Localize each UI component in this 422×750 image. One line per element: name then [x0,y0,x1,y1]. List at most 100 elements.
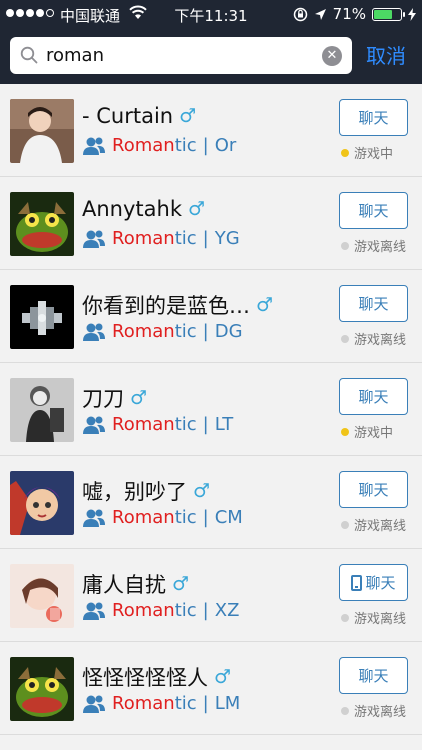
chat-button-label: 聊天 [358,295,389,313]
separator: | [202,414,209,435]
game-status: 游戏离线 [341,701,406,720]
male-icon: ♂ [179,105,197,127]
chat-button[interactable]: 聊天 [339,564,408,601]
separator: | [202,135,209,156]
game-status-text: 游戏中 [354,426,394,441]
clear-icon[interactable]: ✕ [322,46,342,66]
guild-name: Romantic [112,321,197,342]
avatar[interactable] [10,564,74,628]
location-icon [314,8,326,20]
male-icon: ♂ [172,573,190,595]
friend-icon [83,416,105,434]
chat-button-label: 聊天 [358,667,389,685]
result-row[interactable]: 刀刀 ♂ Romantic | LT 聊天游戏中 [0,363,422,456]
server-name: XZ [214,600,240,621]
search-results-list: - Curtain ♂ Romantic | Or 聊天 游戏中 Annytahk ♂ Roman… [0,84,422,735]
chat-button[interactable]: 聊天 [339,471,408,508]
separator: | [202,693,209,714]
friend-icon [83,695,105,713]
separator: | [202,600,209,621]
game-status-text: 游戏离线 [354,612,407,627]
chat-button-label: 聊天 [358,109,389,127]
guild-name-rest: tic [174,507,197,528]
player-name-line: 怪怪怪怪怪人 ♂ [82,662,231,692]
chat-button-label: 聊天 [358,202,389,220]
server-name: LT [214,414,234,435]
chat-button[interactable]: 聊天 [339,378,408,415]
friend-icon [83,230,105,248]
status-dot [341,427,349,436]
status-dot [341,241,349,250]
chat-button-label: 聊天 [358,388,389,406]
player-name: 怪怪怪怪怪人 [82,666,208,690]
avatar[interactable] [10,657,74,721]
game-status: 游戏离线 [341,236,406,255]
player-name: Annytahk [82,197,182,221]
game-status-text: 游戏离线 [354,333,407,348]
player-name-line: 刀刀 ♂ [82,383,147,413]
avatar[interactable] [10,285,74,349]
player-meta: Romantic | DG [82,321,243,342]
chat-button[interactable]: 聊天 [339,99,408,136]
avatar[interactable] [10,471,74,535]
guild-name-rest: tic [174,135,197,156]
male-icon: ♂ [256,294,274,316]
avatar[interactable] [10,99,74,163]
game-status-text: 游戏中 [354,147,394,162]
male-icon: ♂ [193,480,211,502]
game-status-text: 游戏离线 [354,705,407,720]
player-meta: Romantic | XZ [82,600,239,621]
chat-button[interactable]: 聊天 [339,657,408,694]
guild-name-match: Roman [112,228,175,249]
game-status-text: 游戏离线 [354,240,407,255]
avatar[interactable] [10,192,74,256]
status-dot [341,334,349,343]
result-row[interactable]: Annytahk ♂ Romantic | YG 聊天 游戏离线 [0,177,422,270]
rotation-lock-icon [293,7,307,21]
guild-name-rest: tic [174,228,197,249]
friend-icon [83,509,105,527]
player-meta: Romantic | CM [82,507,243,528]
guild-name-rest: tic [174,321,197,342]
server-name: LM [214,693,241,714]
player-name-line: - Curtain ♂ [82,104,196,128]
result-row[interactable]: 你看到的是蓝色… ♂ Romantic | DG 聊天游戏离线 [0,270,422,363]
cancel-button[interactable]: 取消 [366,40,406,69]
avatar[interactable] [10,378,74,442]
phone-icon [351,574,363,591]
result-row[interactable]: - Curtain ♂ Romantic | Or 聊天 游戏中 [0,84,422,177]
guild-name: Romantic [112,228,197,249]
guild-name-match: Roman [112,135,175,156]
guild-name-match: Roman [112,507,175,528]
friend-icon [83,602,105,620]
server-name: YG [214,228,240,249]
guild-name-match: Roman [112,600,175,621]
result-row[interactable]: 怪怪怪怪怪人 ♂ Romantic | LM 聊天游戏离线 [0,642,422,735]
chat-button[interactable]: 聊天 [339,192,408,229]
player-name: 庸人自扰 [82,573,166,597]
game-status: 游戏离线 [341,608,406,627]
server-name: CM [214,507,243,528]
search-box[interactable]: ✕ [10,37,352,74]
status-bar: 中国联通 下午11:31 71% [0,0,422,28]
battery-fill [374,9,393,19]
chat-button-label: 聊天 [365,574,396,592]
player-name-line: Annytahk ♂ [82,197,205,221]
player-meta: Romantic | LM [82,693,240,714]
battery-icon [372,7,405,21]
player-name: 嘘，别吵了 [82,480,187,504]
chat-button-label: 聊天 [358,481,389,499]
player-meta: Romantic | LT [82,414,233,435]
result-row[interactable]: 庸人自扰 ♂ Romantic | XZ 聊天游戏离线 [0,549,422,642]
game-status-text: 游戏离线 [354,519,407,534]
guild-name-match: Roman [112,414,175,435]
chat-button[interactable]: 聊天 [339,285,408,322]
battery-percent: 71% [332,5,366,23]
male-icon: ♂ [130,387,148,409]
male-icon: ♂ [188,198,206,220]
player-name: 你看到的是蓝色… [82,294,250,318]
search-input[interactable] [46,40,312,70]
separator: | [202,321,209,342]
result-row[interactable]: 嘘，别吵了 ♂ Romantic | CM 聊天游戏离线 [0,456,422,549]
separator: | [202,507,209,528]
